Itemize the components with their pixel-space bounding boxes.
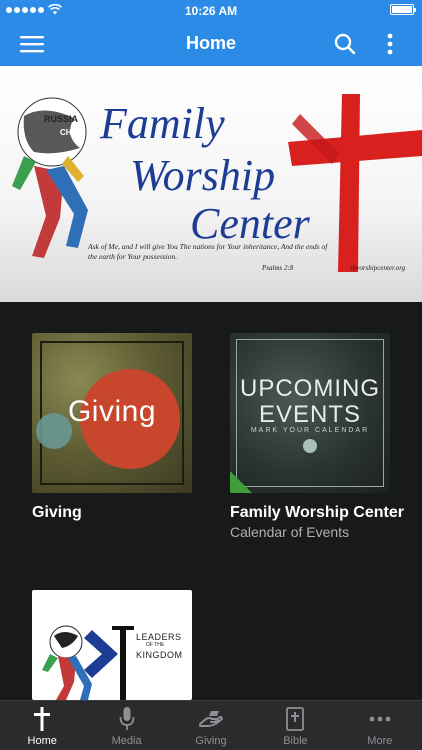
giving-image-text: Giving [67, 395, 157, 428]
leaders-artwork [42, 625, 134, 700]
events-image-subtext: MARK YOUR CALENDAR [250, 427, 370, 434]
tab-home[interactable]: Home [0, 701, 84, 750]
tab-label: Bible [283, 735, 308, 747]
tile-leaders-of-the-kingdom[interactable]: LEADERS OF THE KINGDOM [32, 590, 192, 700]
tab-label: More [367, 735, 393, 747]
banner-verse-reference: Psalms 2:8 [262, 264, 294, 272]
vertical-dots-icon [387, 33, 393, 55]
cross-icon [34, 707, 51, 731]
leaders-tile-image: LEADERS OF THE KINGDOM [32, 590, 192, 700]
events-image-line1: UPCOMING [240, 375, 380, 402]
tab-label: Media [111, 735, 142, 747]
microphone-icon [119, 707, 135, 730]
leaders-line2: OF THE [146, 642, 165, 648]
globe-word-russia: RUSSIA [44, 114, 79, 124]
leaders-line3: KINGDOM [136, 650, 183, 660]
globe-word-china: CHINA [60, 128, 86, 137]
more-dots-icon [369, 716, 391, 722]
tab-label: Home [27, 735, 57, 747]
tab-bar: Home Media Giving Bible More [0, 700, 422, 750]
tab-media[interactable]: Media [84, 701, 168, 750]
tile-title: Family Worship Center [230, 504, 404, 521]
tile-title: Giving [32, 504, 82, 521]
status-bar: 10:26 AM [0, 0, 422, 22]
giving-hand-icon [199, 711, 224, 727]
battery-indicator [390, 4, 416, 15]
banner-website: sfworshipcenter.org [350, 264, 406, 272]
tab-more[interactable]: More [338, 701, 422, 750]
events-image-line2: EVENTS [258, 401, 362, 428]
battery-icon [390, 4, 416, 15]
search-button[interactable] [323, 22, 367, 66]
leaders-line1: LEADERS [136, 632, 182, 642]
status-time: 10:26 AM [184, 4, 238, 18]
banner-verse: Ask of Me, and I will give You The natio… [88, 242, 328, 261]
tile-subtitle: Calendar of Events [230, 524, 350, 540]
banner-title-family: Family [100, 99, 225, 148]
more-options-button[interactable] [368, 22, 412, 66]
banner-title-center: Center [190, 199, 310, 248]
giving-tile-image: Giving [32, 333, 192, 493]
church-banner[interactable]: RUSSIA CHINA Family Worship Center Ask o… [0, 66, 422, 302]
tab-label: Giving [195, 735, 227, 747]
tile-calendar-events[interactable]: UPCOMING EVENTS MARK YOUR CALENDAR Famil… [230, 333, 405, 541]
banner-title-worship: Worship [130, 151, 276, 200]
events-tile-image: UPCOMING EVENTS MARK YOUR CALENDAR [230, 333, 390, 493]
tab-giving[interactable]: Giving [169, 701, 253, 750]
calendar-icon [303, 439, 317, 453]
tile-giving[interactable]: Giving Giving [32, 333, 192, 523]
bible-icon [286, 707, 305, 731]
tab-bible[interactable]: Bible [253, 701, 337, 750]
nav-bar: Home [0, 22, 422, 66]
search-icon [334, 33, 356, 55]
